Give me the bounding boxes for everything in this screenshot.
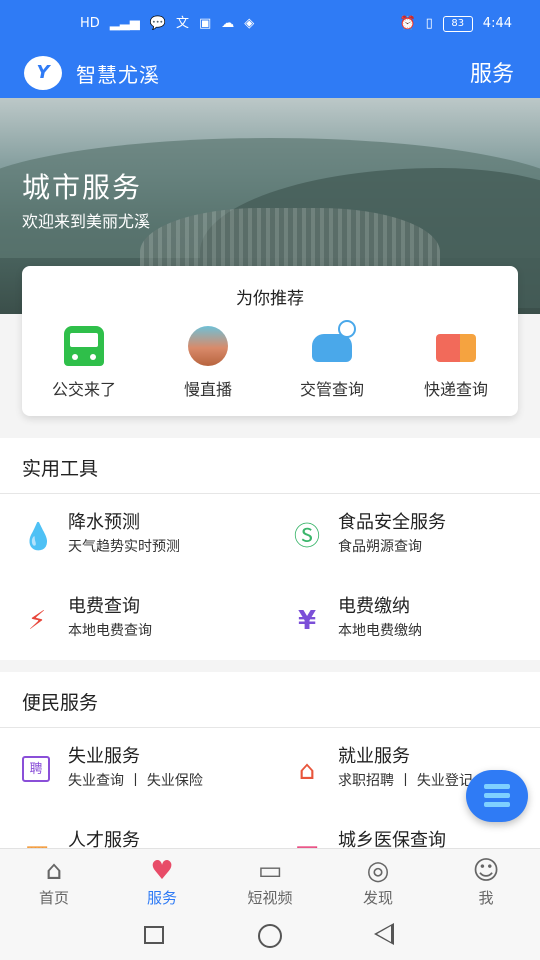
recent-apps-icon[interactable] [144, 926, 164, 944]
recommend-item-live[interactable]: 慢直播 [146, 326, 270, 400]
recommend-label: 慢直播 [183, 380, 232, 399]
back-icon[interactable] [374, 923, 394, 945]
translate-icon: 文 [175, 16, 189, 31]
heart-icon: ♥ [150, 856, 174, 886]
recommend-label: 快递查询 [423, 380, 488, 399]
payment-hand-icon: ¥ [297, 606, 317, 636]
cloud-download-icon: ☁ [221, 16, 235, 31]
recommend-list: 公交来了 慢直播 交管查询 快递查询 [22, 320, 518, 400]
tool-electricity-query[interactable]: ⚡ 电费查询 本地电费查询 [0, 578, 270, 662]
app-logo-icon: Y [24, 56, 62, 90]
recommend-item-bus[interactable]: 公交来了 [22, 326, 146, 400]
tools-section: 实用工具 💧 降水预测 天气趋势实时预测 Ⓢ 食品安全服务 食品朔源查询 ⚡ 电… [0, 438, 540, 660]
recommend-card: 为你推荐 公交来了 慢直播 交管查询 快递查询 [22, 266, 518, 416]
tab-profile[interactable]: ☺ 我 [432, 849, 540, 910]
talent-icon: ▦ [22, 840, 52, 848]
recommend-label: 公交来了 [51, 380, 116, 399]
tab-home[interactable]: ⌂ 首页 [0, 849, 108, 910]
discover-leaf-icon: ◎ [366, 856, 390, 886]
app-title: 智慧尤溪 [76, 63, 160, 87]
tool-food-safety[interactable]: Ⓢ 食品安全服务 食品朔源查询 [270, 494, 540, 578]
tool-subtitle: 求职招聘 丨 失业登记 [338, 773, 473, 789]
tools-grid: 💧 降水预测 天气趋势实时预测 Ⓢ 食品安全服务 食品朔源查询 ⚡ 电费查询 本… [0, 494, 540, 662]
live-icon [188, 326, 228, 366]
floating-menu-button[interactable] [466, 770, 528, 822]
food-safety-icon: Ⓢ [293, 522, 320, 552]
services-header-button[interactable]: 服务 [470, 56, 514, 88]
tab-services[interactable]: ♥ 服务 [108, 849, 216, 910]
location-icon: ◈ [244, 16, 255, 31]
tools-title: 实用工具 [0, 438, 540, 494]
status-bar: HD ▂▃▅ 💬 文 ▣ ☁ ◈ ⏰ ▯ 83 4:44 [0, 0, 540, 48]
status-time: 4:44 [482, 16, 512, 31]
bottom-tab-bar: ⌂ 首页 ♥ 服务 ▭ 短视频 ◎ 发现 ☺ 我 [0, 848, 540, 910]
tool-subtitle: 天气趋势实时预测 [68, 539, 180, 555]
tool-electricity-pay[interactable]: ¥ 电费缴纳 本地电费缴纳 [270, 578, 540, 662]
bag-icon: ▣ [199, 16, 212, 31]
tool-subtitle: 食品朔源查询 [338, 539, 422, 555]
chat-icon: 💬 [149, 16, 166, 31]
tab-label: 短视频 [247, 889, 293, 907]
resume-icon: 聘 [22, 756, 50, 782]
profile-icon: ☺ [472, 856, 500, 886]
bus-icon [64, 326, 104, 366]
status-left: HD ▂▃▅ 💬 文 ▣ ☁ ◈ [80, 15, 254, 33]
tab-discover[interactable]: ◎ 发现 [324, 849, 432, 910]
vibrate-icon: ▯ [425, 16, 433, 31]
tool-rain-forecast[interactable]: 💧 降水预测 天气趋势实时预测 [0, 494, 270, 578]
hd-label: HD [80, 16, 100, 31]
tool-title: 人才服务 [68, 830, 140, 848]
tool-subtitle: 本地电费查询 [68, 623, 152, 639]
service-talent[interactable]: ▦ 人才服务 [0, 812, 270, 848]
tool-subtitle: 失业查询 丨 失业保险 [68, 773, 203, 789]
battery-icon: 83 [442, 16, 473, 32]
lightning-icon: ⚡ [27, 606, 47, 636]
tool-title: 食品安全服务 [338, 512, 446, 533]
top-bar: HD ▂▃▅ 💬 文 ▣ ☁ ◈ ⏰ ▯ 83 4:44 Y 智慧尤溪 服务 [0, 0, 540, 98]
app-bar: Y 智慧尤溪 服务 [0, 48, 540, 98]
recommend-title: 为你推荐 [236, 289, 304, 309]
services-section: 便民服务 聘 失业服务 失业查询 丨 失业保险 ⌂ 就业服务 求职招聘 丨 失业… [0, 672, 540, 848]
signal-icon: ▂▃▅ [109, 16, 140, 31]
recommend-item-traffic[interactable]: 交管查询 [270, 320, 394, 400]
system-nav-bar [0, 910, 540, 960]
tool-title: 失业服务 [68, 746, 140, 767]
job-house-icon: ⌂ [298, 756, 316, 786]
tool-subtitle: 本地电费缴纳 [338, 623, 422, 639]
tab-label: 服务 [146, 889, 177, 907]
home-icon: ⌂ [45, 856, 63, 886]
video-camera-icon: ▭ [257, 856, 283, 886]
tab-label: 首页 [38, 889, 69, 907]
tool-title: 城乡医保查询 [338, 830, 446, 848]
tool-title: 降水预测 [68, 512, 140, 533]
menu-line-icon [484, 793, 510, 798]
recommend-label: 交管查询 [299, 380, 364, 399]
menu-line-icon [484, 784, 510, 789]
services-title: 便民服务 [0, 672, 540, 728]
status-right: ⏰ ▯ 83 4:44 [399, 15, 512, 33]
home-nav-icon[interactable] [258, 924, 282, 948]
hero-subtitle: 欢迎来到美丽尤溪 [22, 212, 151, 231]
hero-title: 城市服务 [22, 171, 143, 204]
tool-title: 电费查询 [68, 596, 140, 617]
tab-label: 我 [478, 889, 494, 907]
menu-line-icon [484, 802, 510, 807]
tab-label: 发现 [362, 889, 393, 907]
traffic-icon [312, 320, 356, 362]
tool-title: 就业服务 [338, 746, 410, 767]
medical-insurance-icon: ▤ [292, 840, 322, 848]
tool-title: 电费缴纳 [338, 596, 410, 617]
services-grid: 聘 失业服务 失业查询 丨 失业保险 ⌂ 就业服务 求职招聘 丨 失业登记 ▦ … [0, 728, 540, 848]
recommend-item-express[interactable]: 快递查询 [394, 326, 518, 400]
express-truck-icon [436, 334, 476, 362]
alarm-icon: ⏰ [399, 16, 416, 31]
rain-drop-icon: 💧 [22, 522, 55, 552]
service-unemployment[interactable]: 聘 失业服务 失业查询 丨 失业保险 [0, 728, 270, 812]
tab-short-video[interactable]: ▭ 短视频 [216, 849, 324, 910]
